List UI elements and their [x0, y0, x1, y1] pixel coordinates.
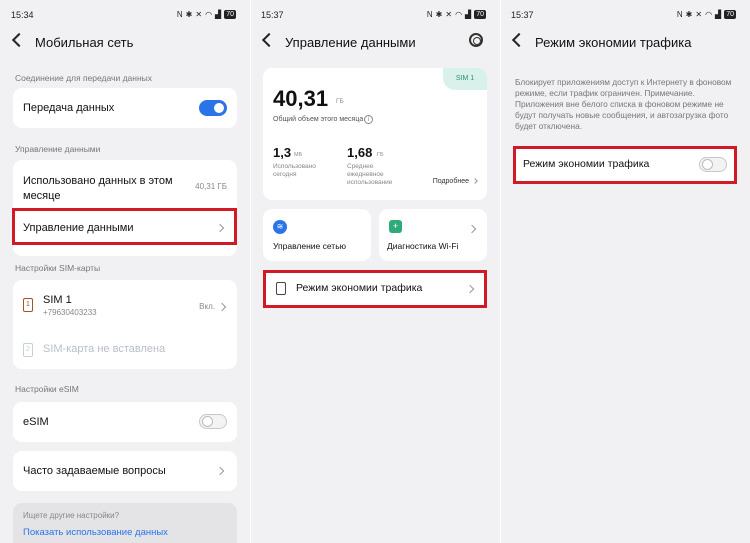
status-icons: N ✱ ✕ ◠ ▟ 70	[677, 10, 736, 19]
search-suggestion-card: Ищете другие настройки? Показать использ…	[13, 503, 237, 543]
nfc-icon: N	[176, 10, 183, 19]
total-unit: ГБ	[336, 98, 344, 105]
sim1-state: Вкл.	[199, 302, 215, 311]
total-value: 40,31	[273, 86, 329, 111]
faq-row[interactable]: Часто задаваемые вопросы	[13, 451, 237, 491]
signal-icon: ▟	[715, 10, 722, 19]
nfc-icon: N	[676, 10, 683, 19]
network-management-tile[interactable]: ≋ Управление сетью	[263, 209, 371, 261]
daily-value: 1,68	[347, 145, 373, 160]
network-management-label: Управление сетью	[273, 241, 347, 251]
daily-unit: ГБ	[377, 152, 384, 158]
sim1-name[interactable]: SIM 1	[43, 294, 72, 306]
status-icons: N ✱ ✕ ◠ ▟ 70	[177, 10, 236, 19]
status-bar: 15:37 N ✱ ✕ ◠ ▟ 70	[511, 10, 736, 22]
bluetooth-icon: ✱	[685, 10, 693, 19]
bluetooth-icon: ✱	[435, 10, 443, 19]
wifi-icon: ◠	[455, 10, 463, 19]
screen-traffic-saver: 15:37 N ✱ ✕ ◠ ▟ 70 Режим экономии трафик…	[500, 0, 750, 543]
status-time: 15:37	[261, 10, 284, 20]
sim2-label: SIM-карта не вставлена	[43, 343, 166, 355]
top-bar: Мобильная сеть	[10, 30, 240, 58]
esim-toggle[interactable]	[199, 414, 227, 429]
data-used-label: Использовано данных в этом месяце	[23, 175, 173, 202]
data-transfer-row[interactable]: Передача данных	[13, 88, 237, 128]
status-icons: N ✱ ✕ ◠ ▟ 70	[427, 10, 486, 19]
data-summary-card: SIM 1 40,31 ГБ Общий объем этого месяца …	[263, 68, 487, 200]
status-time: 15:34	[11, 10, 34, 20]
page-title: Мобильная сеть	[35, 35, 134, 50]
show-data-usage-link[interactable]: Показать использование данных	[23, 527, 168, 538]
wifi-diagnostics-tile[interactable]: + Диагностика Wi-Fi	[379, 209, 487, 261]
section-header: Управление данными	[15, 144, 101, 154]
daily-caption: Среднее ежедневное использование	[347, 163, 393, 186]
back-arrow-icon[interactable]	[11, 32, 27, 48]
today-value: 1,3	[273, 145, 292, 160]
highlight-frame	[263, 270, 487, 308]
section-header: Настройки eSIM	[15, 384, 79, 394]
settings-gear-icon[interactable]	[469, 33, 483, 47]
back-arrow-icon[interactable]	[261, 32, 277, 48]
chevron-right-icon	[467, 224, 477, 234]
wifi-diagnostics-icon: +	[389, 220, 402, 233]
status-time: 15:37	[511, 10, 534, 20]
today-caption: Использовано сегодня	[273, 163, 316, 178]
top-bar: Управление данными	[260, 30, 490, 58]
mute-icon: ✕	[445, 10, 453, 19]
bluetooth-icon: ✱	[185, 10, 193, 19]
highlight-frame	[12, 208, 237, 245]
sim1-number: +79630403233	[43, 308, 97, 317]
section-header: Соединение для передачи данных	[15, 73, 153, 83]
status-bar: 15:34 N ✱ ✕ ◠ ▟ 70	[11, 10, 236, 22]
sim-card-icon: 1	[23, 298, 33, 312]
chevron-right-icon	[217, 302, 227, 312]
top-bar: Режим экономии трафика	[510, 30, 740, 58]
total-caption: Общий объем этого месяца	[273, 116, 364, 123]
wifi-diagnostics-label: Диагностика Wi-Fi	[387, 241, 459, 251]
data-used-value: 40,31 ГБ	[195, 182, 227, 191]
chevron-right-icon	[215, 466, 225, 476]
esim-label: eSIM	[23, 416, 49, 428]
description-text: Блокирует приложениям доступ к Интернету…	[515, 77, 732, 131]
esim-row[interactable]: eSIM	[13, 402, 237, 442]
info-icon[interactable]: i	[364, 115, 373, 124]
network-icon: ≋	[273, 220, 287, 234]
battery-icon: 70	[474, 10, 486, 19]
page-title: Управление данными	[285, 35, 416, 50]
faq-label: Часто задаваемые вопросы	[23, 465, 166, 477]
wifi-icon: ◠	[205, 10, 213, 19]
mute-icon: ✕	[695, 10, 703, 19]
screen-mobile-network: 15:34 N ✱ ✕ ◠ ▟ 70 Мобильная сеть Соедин…	[0, 0, 250, 543]
sim-badge: SIM 1	[443, 68, 487, 90]
signal-icon: ▟	[215, 10, 222, 19]
panel-divider	[250, 0, 251, 543]
data-transfer-toggle[interactable]	[199, 100, 227, 116]
status-bar: 15:37 N ✱ ✕ ◠ ▟ 70	[261, 10, 486, 22]
nfc-icon: N	[426, 10, 433, 19]
chevron-right-icon	[472, 178, 478, 184]
mute-icon: ✕	[195, 10, 203, 19]
data-transfer-label: Передача данных	[23, 102, 115, 114]
more-link[interactable]: Подробнее	[433, 178, 469, 185]
section-header: Настройки SIM-карты	[15, 263, 101, 273]
page-title: Режим экономии трафика	[535, 35, 692, 50]
battery-icon: 70	[724, 10, 736, 19]
screen-data-management: 15:37 N ✱ ✕ ◠ ▟ 70 Управление данными SI…	[250, 0, 500, 543]
battery-icon: 70	[224, 10, 236, 19]
sim-settings-card: 1 SIM 1 +79630403233 Вкл. 2 SIM-карта не…	[13, 280, 237, 369]
signal-icon: ▟	[465, 10, 472, 19]
highlight-frame	[513, 146, 737, 184]
today-unit: МБ	[294, 152, 303, 158]
footer-question: Ищете другие настройки?	[23, 511, 120, 520]
back-arrow-icon[interactable]	[511, 32, 527, 48]
wifi-icon: ◠	[705, 10, 713, 19]
sim-card-icon: 2	[23, 343, 33, 357]
panel-divider	[500, 0, 501, 543]
